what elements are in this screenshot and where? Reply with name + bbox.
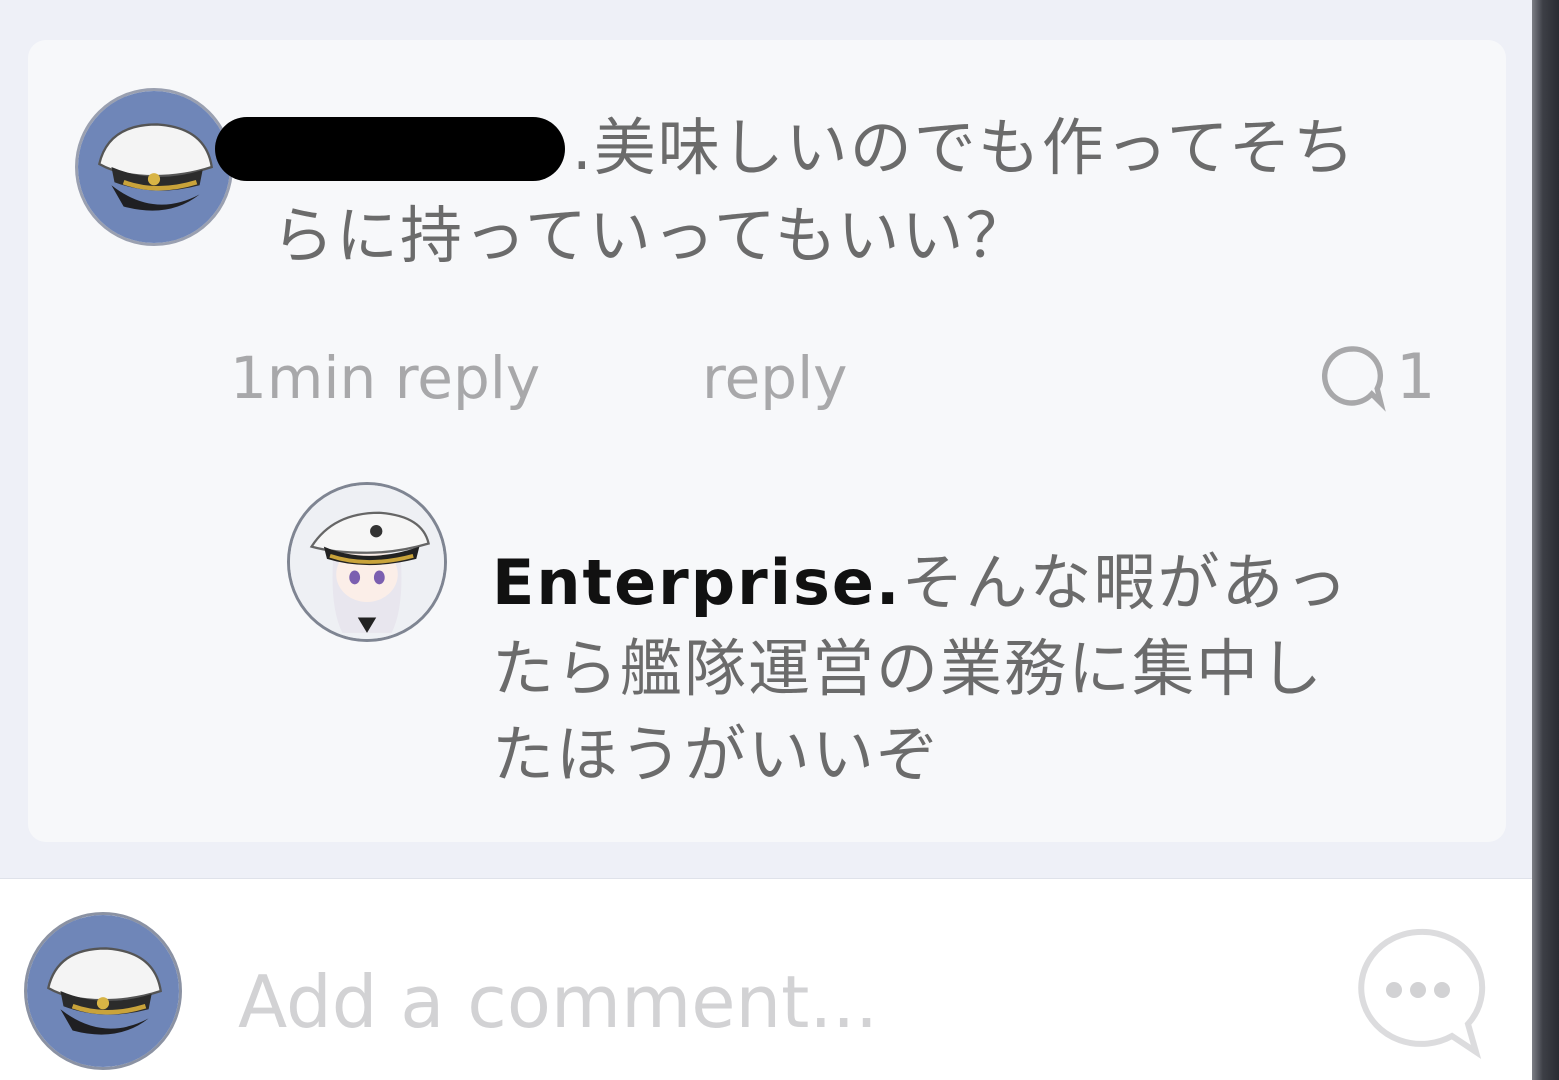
enterprise-avatar-icon [290,485,444,639]
speech-bubble-icon [1321,346,1386,412]
reply-button[interactable]: reply [702,342,848,414]
reply-author: Enterprise. [492,546,902,619]
comment-timestamp: 1min reply [230,344,541,412]
captain-hat-icon [27,915,179,1067]
chat-button[interactable] [1347,924,1489,1060]
reply-count: 1 [1396,339,1436,413]
reply-avatar[interactable] [287,482,447,642]
commenter-avatar[interactable] [75,88,233,246]
captain-hat-icon [78,91,230,243]
screen-edge [1532,0,1559,1080]
reply-count-indicator[interactable]: 1 [1316,338,1435,414]
chat-ellipsis-icon [1358,928,1486,1060]
reply-text: Enterprise.そんな暇があったら艦隊運営の業務に集中したほうがいいぞ [492,540,1372,798]
comment-text: .美味しいのでも作ってそちらに持っていってもいい？ [272,111,1357,272]
comment-input[interactable] [238,960,1298,1044]
current-user-avatar [24,912,182,1070]
